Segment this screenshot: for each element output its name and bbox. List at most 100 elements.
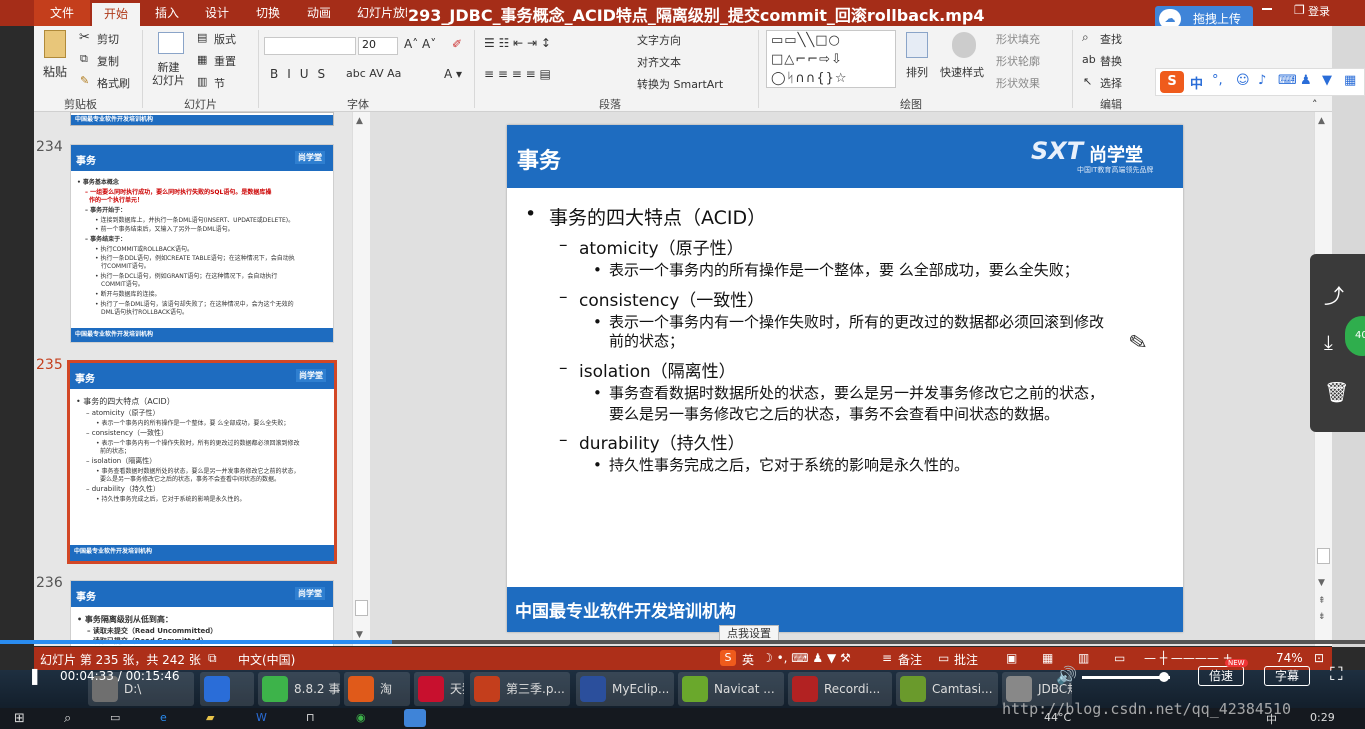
isolation-desc-2: 要么是另一事务修改它之后的状态，事务不会查看中间状态的数据。 (609, 405, 1060, 423)
font-color-icon[interactable]: A ▾ (444, 67, 462, 81)
thumb-header: 事务 尚学堂 (71, 581, 333, 607)
tab-home[interactable]: 开始 (92, 3, 140, 26)
volume-icon[interactable]: 🔊 (1056, 666, 1077, 686)
quick-styles-button[interactable]: 快速样式 (940, 64, 984, 80)
paste-button[interactable]: 粘贴 (43, 63, 67, 80)
search-icon[interactable]: ⌕ (64, 711, 71, 726)
toolbox-icon[interactable]: ▦ (1344, 73, 1356, 88)
slide-thumb-236[interactable]: 事务 尚学堂 • 事务隔离级别从低到高： – 读取未提交（Read Uncomm… (70, 580, 334, 646)
thumb-title: 事务 (76, 592, 96, 603)
scroll-up-icon[interactable]: ▲ (356, 116, 363, 126)
new-slide-button[interactable]: 新建 幻灯片 (152, 61, 185, 87)
list-icons[interactable]: ☰ ☷ ⇤ ⇥ ↕ (484, 36, 551, 50)
sxt-logo: SXT 尚学堂 中国IT教育高端领先品牌 (1029, 135, 1179, 179)
share-icon[interactable]: ⤴ (1324, 280, 1344, 309)
font-size-select[interactable]: 20 (358, 37, 398, 55)
tab-file[interactable]: 文件 (34, 0, 90, 26)
align-text-button[interactable]: 对齐文本 (637, 54, 681, 70)
word-icon[interactable]: W (256, 711, 267, 724)
new-slide-icon[interactable] (158, 32, 184, 54)
reset-button[interactable]: 重置 (214, 53, 236, 69)
baidu-pan-icon[interactable] (404, 709, 426, 727)
font-style-buttons[interactable]: BIUS (270, 67, 334, 81)
tab-slideshow[interactable]: 幻灯片放映 (357, 4, 407, 21)
thumbnails-scrollbar[interactable]: ▲ ▼ (352, 112, 370, 646)
download-icon[interactable]: ⤓ (1324, 330, 1333, 354)
tab-animations[interactable]: 动画 (307, 4, 331, 21)
volume-knob[interactable] (1158, 672, 1169, 682)
shirt-icon[interactable]: ▼ (1322, 73, 1332, 88)
store-icon[interactable]: ⊓ (306, 711, 315, 724)
scroll-up-icon[interactable]: ▲ (1318, 116, 1325, 126)
task-view-icon[interactable]: ▭ (110, 711, 120, 724)
keyboard-icon[interactable]: ⌨ (1278, 73, 1297, 88)
speed-button[interactable]: 倍速 (1198, 666, 1244, 686)
sogou-logo-icon: S (1160, 71, 1184, 93)
scrollbar-thumb[interactable] (1317, 548, 1330, 564)
folder-icon[interactable]: ▰ (206, 711, 214, 724)
emoji-icon[interactable]: ☺ (1236, 73, 1250, 88)
restore-icon[interactable]: ❐ (1294, 3, 1305, 17)
scrollbar-thumb[interactable] (355, 600, 368, 616)
arrange-button[interactable]: 排列 (906, 64, 928, 80)
format-painter-button[interactable]: 格式刷 (97, 75, 130, 91)
slide-thumb-233[interactable]: 中国最专业软件开发培训机构 (70, 112, 334, 126)
scroll-down-icon[interactable]: ▼ (356, 630, 363, 640)
next-slide-icon[interactable]: ⇟ (1318, 612, 1326, 622)
video-progress-bar[interactable] (0, 640, 1365, 644)
tab-design[interactable]: 设计 (205, 4, 229, 21)
fullscreen-icon[interactable]: ⛶ (1330, 664, 1343, 685)
cut-button[interactable]: 剪切 (97, 31, 119, 47)
clear-format-icon[interactable]: ✐ (452, 37, 462, 51)
volume-slider[interactable] (1082, 672, 1170, 682)
layout-button[interactable]: 版式 (214, 31, 236, 47)
dash-icon: – (559, 287, 568, 307)
shape-outline-button[interactable]: 形状轮廓 (996, 53, 1040, 69)
group-divider (142, 30, 143, 108)
delete-icon[interactable]: 🗑 (1324, 380, 1349, 404)
mic-icon[interactable]: ♪ (1258, 73, 1266, 88)
section-button[interactable]: 节 (214, 75, 225, 91)
quick-styles-icon[interactable] (952, 32, 976, 58)
sogou-ime-bar[interactable]: S 中 °, ☺ ♪ ⌨ ♟ ▼ ▦ (1155, 68, 1365, 96)
slide-thumb-235-selected[interactable]: 事务 尚学堂 • 事务的四大特点（ACID） – atomicity（原子性） … (67, 360, 337, 564)
login-link[interactable]: 登录 (1308, 3, 1330, 19)
collapse-ribbon-icon[interactable]: ˄ (1312, 98, 1318, 111)
punct-icon[interactable]: °, (1212, 73, 1223, 88)
tab-insert[interactable]: 插入 (155, 4, 179, 21)
edge-icon[interactable]: e (160, 711, 167, 724)
pause-icon[interactable]: ❚ (28, 666, 46, 686)
prev-slide-icon[interactable]: ⇞ (1318, 596, 1326, 606)
paste-icon[interactable] (44, 30, 66, 58)
ime-lang[interactable]: 中 (1190, 73, 1203, 92)
smartart-button[interactable]: 转换为 SmartArt (637, 76, 723, 92)
slide-thumb-234[interactable]: 事务 尚学堂 • 事务基本概念 – 一组要么同时执行成功，要么同时执行失败的SQ… (70, 144, 334, 343)
grow-font-icon[interactable]: A˄ A˅ (404, 37, 436, 51)
text-direction-button[interactable]: 文字方向 (637, 32, 681, 48)
replace-button[interactable]: 替换 (1100, 53, 1122, 69)
copy-icon: ⧉ (80, 52, 88, 65)
copy-button[interactable]: 复制 (97, 53, 119, 69)
subtitle-button[interactable]: 字幕 (1264, 666, 1310, 686)
shapes-gallery[interactable]: ▭▭╲╲□○ □△⌐⌐⇨⇩ ◯ᛋ∩∩{}☆ (766, 30, 896, 88)
arrange-icon[interactable] (906, 32, 928, 58)
align-icons[interactable]: ≡ ≡ ≡ ≡ ▤ (484, 67, 551, 81)
windows-start-icon[interactable]: ⊞ (14, 711, 25, 726)
thumb-logo: 尚学堂 (296, 369, 326, 382)
spacing-icon[interactable]: abc AV Aa (346, 67, 401, 80)
scroll-down-icon[interactable]: ▼ (1318, 578, 1325, 588)
find-button[interactable]: 查找 (1100, 31, 1122, 47)
logo-mark: SXT (1031, 137, 1084, 165)
slide-title: 事务 (517, 149, 562, 174)
shape-fill-button[interactable]: 形状填充 (996, 31, 1040, 47)
browser-icon[interactable]: ◉ (356, 711, 366, 724)
select-button[interactable]: 选择 (1100, 75, 1122, 91)
tab-transitions[interactable]: 切换 (256, 4, 280, 21)
thumb-header: 事务 尚学堂 (71, 145, 333, 171)
skin-icon[interactable]: ♟ (1300, 73, 1312, 88)
font-family-select[interactable] (264, 37, 356, 55)
current-slide[interactable]: 事务 SXT 尚学堂 中国IT教育高端领先品牌 • 事务的四大特点（ACID） … (507, 125, 1183, 632)
minimize-icon[interactable] (1262, 8, 1272, 10)
shape-effects-button[interactable]: 形状效果 (996, 75, 1040, 91)
thumb-line: DML语句执行ROLLBACK语句。 (101, 309, 188, 316)
